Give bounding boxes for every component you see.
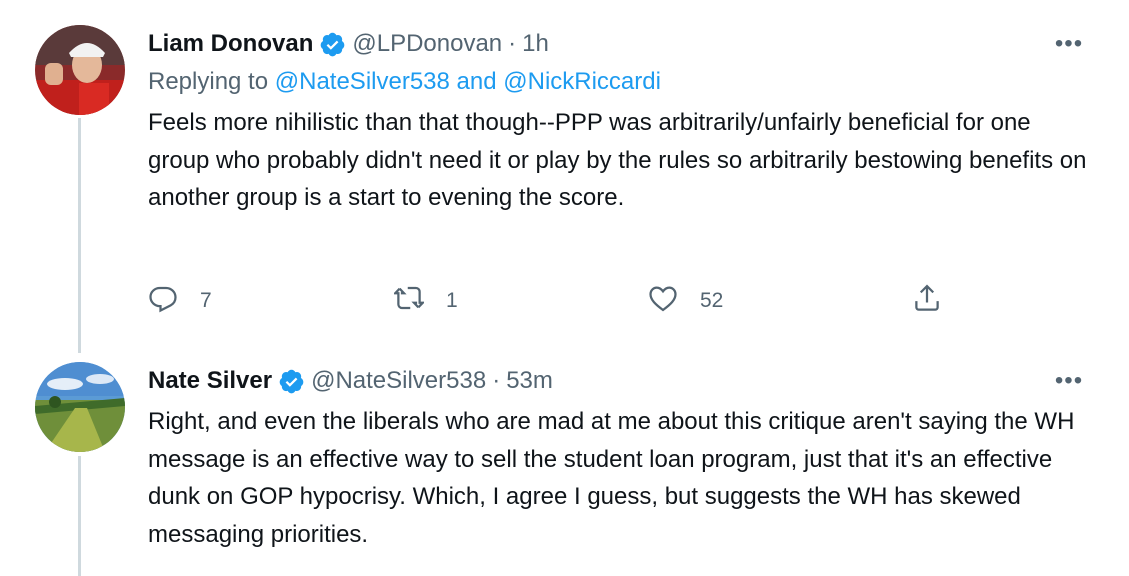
reply-button[interactable]: 7	[148, 283, 212, 319]
author-name[interactable]: Nate Silver	[148, 367, 272, 395]
author-name[interactable]: Liam Donovan	[148, 30, 313, 58]
more-icon[interactable]: •••	[1049, 365, 1089, 397]
tweet-header: Liam Donovan @LPDonovan · 1h •••	[148, 28, 1089, 60]
more-icon[interactable]: •••	[1049, 28, 1089, 60]
tweet[interactable]: Liam Donovan @LPDonovan · 1h ••• Replyin…	[0, 0, 1129, 340]
replying-to: Replying to @NateSilver538 and @NickRicc…	[148, 66, 1089, 98]
tweet-content: Liam Donovan @LPDonovan · 1h ••• Replyin…	[148, 28, 1089, 217]
tweet-actions: 7 1 52	[148, 283, 968, 319]
like-count: 52	[700, 289, 724, 312]
replying-to-mentions[interactable]: @NateSilver538 and @NickRiccardi	[275, 68, 661, 95]
separator-dot: ·	[492, 367, 501, 394]
share-button[interactable]	[912, 283, 942, 319]
retweet-button[interactable]: 1	[392, 283, 458, 319]
retweet-count: 1	[446, 289, 458, 312]
tweet-content: Nate Silver @NateSilver538 · 53m ••• Rig…	[148, 365, 1089, 553]
replying-prefix: Replying to	[148, 68, 269, 95]
share-icon	[912, 283, 942, 319]
author-handle[interactable]: @LPDonovan	[352, 30, 502, 58]
avatar[interactable]	[35, 25, 125, 115]
like-button[interactable]: 52	[648, 283, 723, 319]
tweet-header: Nate Silver @NateSilver538 · 53m •••	[148, 365, 1089, 397]
reply-count: 7	[200, 289, 212, 312]
reply-icon	[148, 283, 178, 319]
tweet-text: Feels more nihilistic than that though--…	[148, 109, 1087, 211]
tweet-text: Right, and even the liberals who are mad…	[148, 408, 1075, 548]
avatar[interactable]	[35, 362, 125, 452]
like-icon	[648, 283, 678, 319]
timestamp[interactable]: 1h	[522, 30, 549, 58]
verified-badge-icon	[319, 31, 346, 58]
timestamp[interactable]: 53m	[506, 367, 553, 395]
verified-badge-icon	[278, 368, 305, 395]
author-handle[interactable]: @NateSilver538	[311, 367, 486, 395]
separator-dot: ·	[508, 30, 517, 57]
tweet[interactable]: Nate Silver @NateSilver538 · 53m ••• Rig…	[0, 340, 1129, 564]
retweet-icon	[392, 283, 426, 319]
